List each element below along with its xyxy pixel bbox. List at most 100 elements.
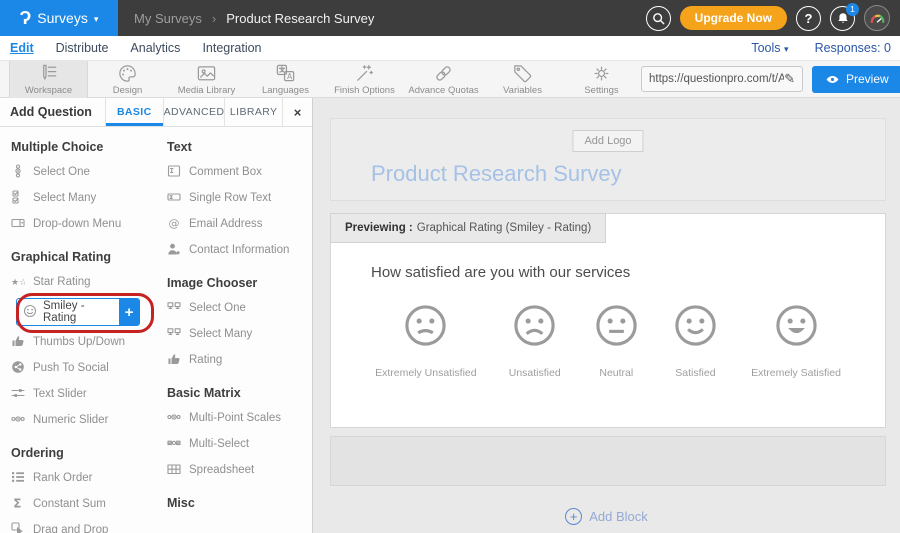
question-type-text-slider[interactable]: Text Slider [0,381,156,407]
edit-url-icon[interactable]: ✎ [784,71,795,87]
question-type-single-row-text[interactable]: Single Row Text [156,185,312,211]
smiley-frown-slight-icon [402,302,449,354]
question-type-label: Select One [189,302,246,314]
survey-footer-block[interactable] [330,436,886,486]
dropdown-icon [11,216,25,233]
survey-title[interactable]: Product Research Survey [371,161,622,187]
smiley-option-satisfied[interactable]: Satisfied [672,302,719,379]
section-title: Graphical Rating [11,250,156,264]
question-type-constant-sum[interactable]: ΣConstant Sum [0,491,156,517]
question-type-rank-order[interactable]: Rank Order [0,465,156,491]
question-type-drag-and-drop[interactable]: Drag and Drop [0,517,156,533]
previewing-value: Graphical Rating (Smiley - Rating) [417,222,591,234]
variables-icon [512,63,533,84]
multi-select-icon [167,436,181,453]
question-type-multi-select[interactable]: Multi-Select [156,431,312,457]
toolbar-item-media-library[interactable]: Media Library [167,61,246,98]
toolbar-item-design[interactable]: Design [88,61,167,98]
question-type-select-many[interactable]: Select Many [0,185,156,211]
question-type-label: Smiley - Rating [43,300,113,324]
survey-nav-right: Tools ▾ Responses: 0 [751,41,891,55]
account-avatar[interactable] [864,5,890,31]
question-type-label: Thumbs Up/Down [33,336,125,348]
toolbar-item-advance-quotas[interactable]: Advance Quotas [404,61,483,98]
toolbar-item-variables[interactable]: Variables [483,61,562,98]
panel-tab-advanced[interactable]: ADVANCED [164,98,226,126]
notifications-button[interactable]: 1 [830,6,855,31]
question-type-comment-box[interactable]: Comment Box [156,159,312,185]
question-type-label: Drag and Drop [33,524,108,533]
languages-icon: A [275,63,296,84]
gauge-logo-icon [868,9,887,28]
help-button[interactable]: ? [796,6,821,31]
responses-count: Responses: 0 [815,41,891,55]
question-type-thumbs-up-down[interactable]: Thumbs Up/Down [0,329,156,355]
toolbar-item-label: Finish Options [334,85,395,96]
selected-question-type-box[interactable]: Smiley - Rating+ [16,298,140,326]
section-title: Multiple Choice [11,140,156,154]
toolbar-item-workspace[interactable]: Workspace [9,61,88,98]
question-type-column-2: TextComment BoxSingle Row Text@Email Add… [156,127,312,533]
add-question-button[interactable]: + [119,299,139,325]
add-block-button[interactable]: + Add Block [313,508,900,525]
question-type-label: Select One [33,166,90,178]
question-type-label: Spreadsheet [189,464,254,476]
survey-url-input[interactable] [649,73,784,85]
question-type-label: Multi-Select [189,438,249,450]
question-type-rating[interactable]: Rating [156,347,312,373]
tools-menu[interactable]: Tools ▾ [751,41,788,55]
section-title: Basic Matrix [167,386,312,400]
question-type-select-many[interactable]: Select Many [156,321,312,347]
drag-icon [11,522,25,533]
toolbar-item-languages[interactable]: ALanguages [246,61,325,98]
breadcrumb: My Surveys › Product Research Survey [118,11,646,26]
question-type-label: Push To Social [33,362,109,374]
question-type-drop-down-menu[interactable]: Drop-down Menu [0,211,156,237]
question-type-label: Star Rating [33,276,91,288]
smiley-option-neutral[interactable]: Neutral [593,302,640,379]
nav-tab-edit[interactable]: Edit [10,41,34,55]
thumb-icon [11,334,25,351]
nav-tab-analytics[interactable]: Analytics [130,41,180,55]
question-type-spreadsheet[interactable]: Spreadsheet [156,457,312,483]
question-type-numeric-slider[interactable]: Numeric Slider [0,407,156,433]
smiley-option-label: Satisfied [675,367,715,379]
add-logo-button[interactable]: Add Logo [572,130,643,152]
nav-tab-distribute[interactable]: Distribute [56,41,109,55]
question-type-label: Select Many [189,328,252,340]
smiley-option-label: Extremely Unsatisfied [375,367,477,379]
toolbar-item-settings[interactable]: Settings [562,61,641,98]
panel-tab-basic[interactable]: BASIC [106,98,164,126]
previewing-tab: Previewing : Graphical Rating (Smiley - … [330,213,606,243]
breadcrumb-my-surveys[interactable]: My Surveys [134,11,202,26]
smiley-option-extremely-satisfied[interactable]: Extremely Satisfied [751,302,841,379]
question-type-smiley-rating[interactable]: Smiley - Rating+ [0,297,156,327]
question-text[interactable]: How satisfied are you with our services [371,264,630,281]
question-type-multi-point-scales[interactable]: Multi-Point Scales [156,405,312,431]
question-type-select-one[interactable]: Select One [0,159,156,185]
question-type-label: Numeric Slider [33,414,108,426]
stars-icon: ★☆ [11,274,25,291]
smiley-rating-scale: Extremely Unsatisfied Unsatisfied Neutral S… [359,302,857,379]
preview-button[interactable]: Preview [812,66,900,93]
svg-text:★☆: ★☆ [11,278,25,288]
at-icon: @ [167,216,181,233]
product-switcher[interactable]: Ɂ Surveys ▾ [0,0,118,36]
question-type-email-address[interactable]: @Email Address [156,211,312,237]
nav-tab-integration[interactable]: Integration [202,41,261,55]
grid-icon [167,462,181,479]
smiley-option-extremely-unsatisfied[interactable]: Extremely Unsatisfied [375,302,477,379]
search-button[interactable] [646,6,671,31]
toolbar-item-finish-options[interactable]: Finish Options [325,61,404,98]
close-panel-button[interactable]: × [283,98,312,126]
search-icon [651,11,666,26]
question-type-push-to-social[interactable]: Push To Social [0,355,156,381]
question-type-contact-information[interactable]: Contact Information [156,237,312,263]
smiley-option-unsatisfied[interactable]: Unsatisfied [509,302,561,379]
question-type-star-rating[interactable]: ★☆ Star Rating [0,269,156,295]
breadcrumb-survey-name: Product Research Survey [226,11,374,26]
upgrade-now-button[interactable]: Upgrade Now [680,6,787,30]
question-type-select-one[interactable]: Select One [156,295,312,321]
survey-header-block[interactable]: Add Logo Product Research Survey [330,118,886,201]
panel-tab-library[interactable]: LIBRARY [225,98,283,126]
